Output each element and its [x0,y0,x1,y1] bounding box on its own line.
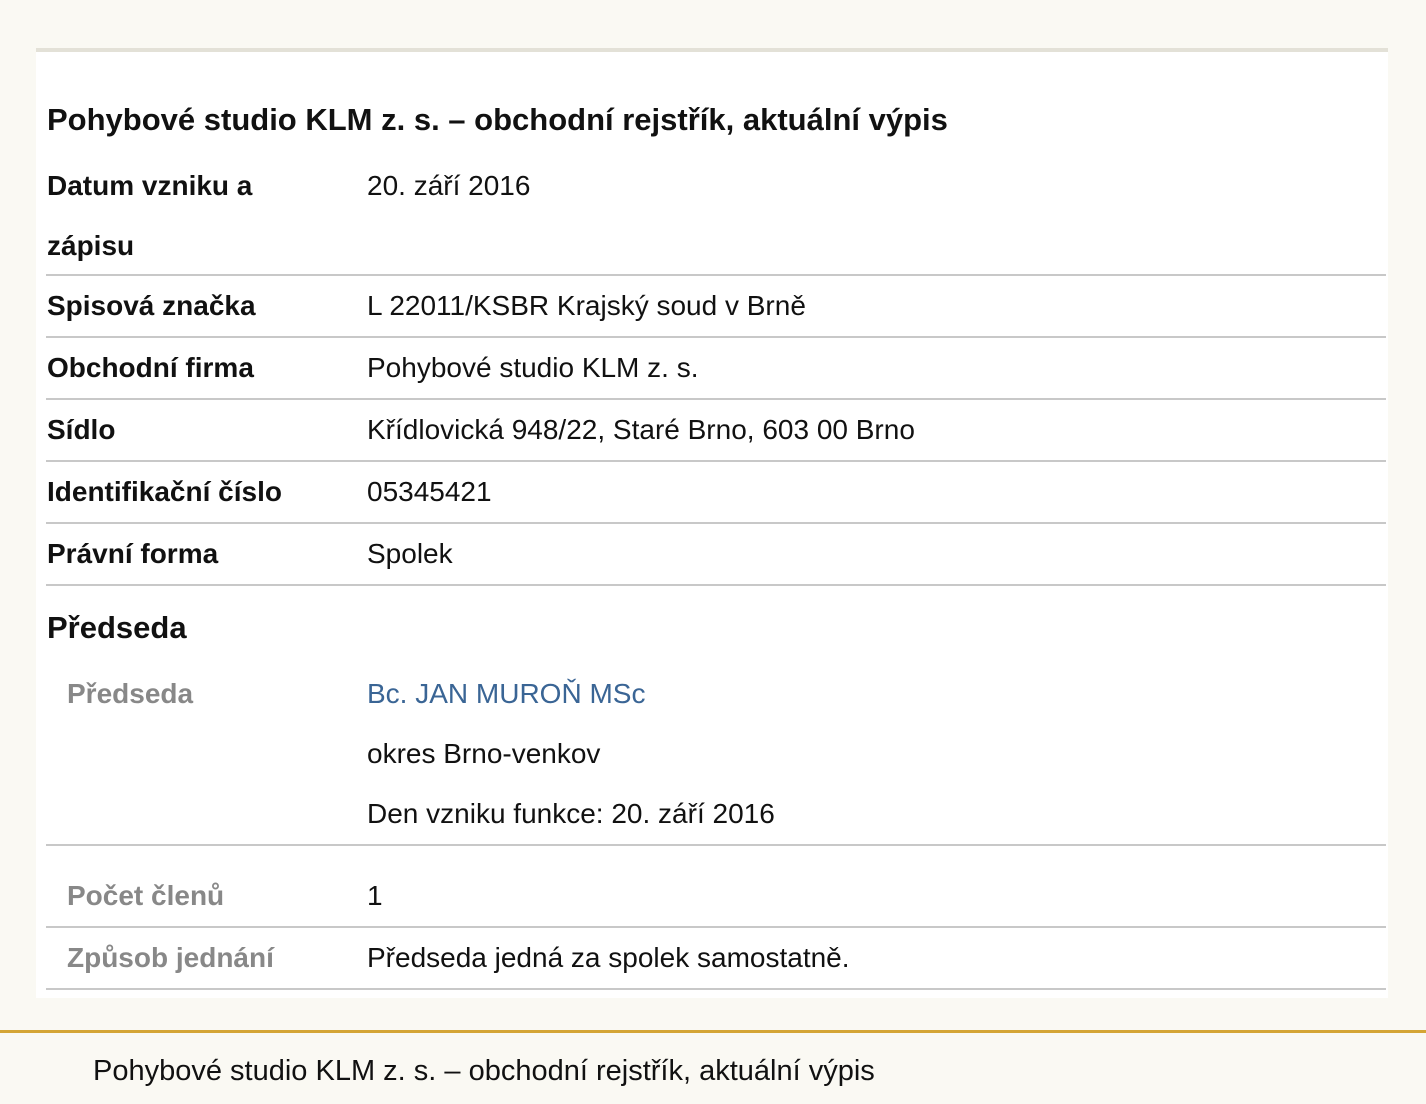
row-label: Předseda [67,678,194,709]
row-label: Identifikační číslo [47,476,282,507]
row-value: Spolek [367,538,453,569]
row-label: Způsob jednání [67,942,274,973]
chairman-district: okres Brno-venkov [367,738,601,769]
section-title: Předseda [47,610,187,645]
row-value: Pohybové studio KLM z. s. [367,352,699,383]
row-member-count: Počet členů 1 [46,846,1386,928]
row-value: L 22011/KSBR Krajský soud v Brně [367,290,806,321]
row-value: 05345421 [367,476,492,507]
row-value: 1 [367,880,383,911]
chairman-name-link[interactable]: Bc. JAN MUROŇ MSc [367,664,645,724]
chairman-since: Den vzniku funkce: 20. září 2016 [367,798,775,829]
row-company-name: Obchodní firma Pohybové studio KLM z. s. [46,338,1386,400]
row-id-number: Identifikační číslo 05345421 [46,462,1386,524]
row-address: Sídlo Křídlovická 948/22, Staré Brno, 60… [46,400,1386,462]
row-founding-date: Datum vzniku a zápisu 20. září 2016 [46,152,1386,276]
row-acting-method: Způsob jednání Předseda jedná za spolek … [46,928,1386,990]
row-label: Datum vzniku a zápisu [47,170,253,261]
row-file-number: Spisová značka L 22011/KSBR Krajský soud… [46,276,1386,338]
row-label: Počet členů [67,880,225,911]
row-label: Sídlo [47,414,116,445]
row-chairman: Předseda Bc. JAN MUROŇ MSc okres Brno-ve… [46,664,1386,846]
row-label: Právní forma [47,538,219,569]
row-label: Spisová značka [47,290,256,321]
page-title: Pohybové studio KLM z. s. – obchodní rej… [47,102,948,137]
row-label: Obchodní firma [47,352,254,383]
row-value: Křídlovická 948/22, Staré Brno, 603 00 B… [367,414,915,445]
row-value: Předseda jedná za spolek samostatně. [367,942,850,973]
registry-card: Pohybové studio KLM z. s. – obchodní rej… [36,48,1388,998]
row-value: 20. září 2016 [367,170,531,201]
footer: Pohybové studio KLM z. s. – obchodní rej… [0,1030,1426,1104]
row-legal-form: Právní forma Spolek [46,524,1386,586]
footer-text: Pohybové studio KLM z. s. – obchodní rej… [93,1055,875,1087]
